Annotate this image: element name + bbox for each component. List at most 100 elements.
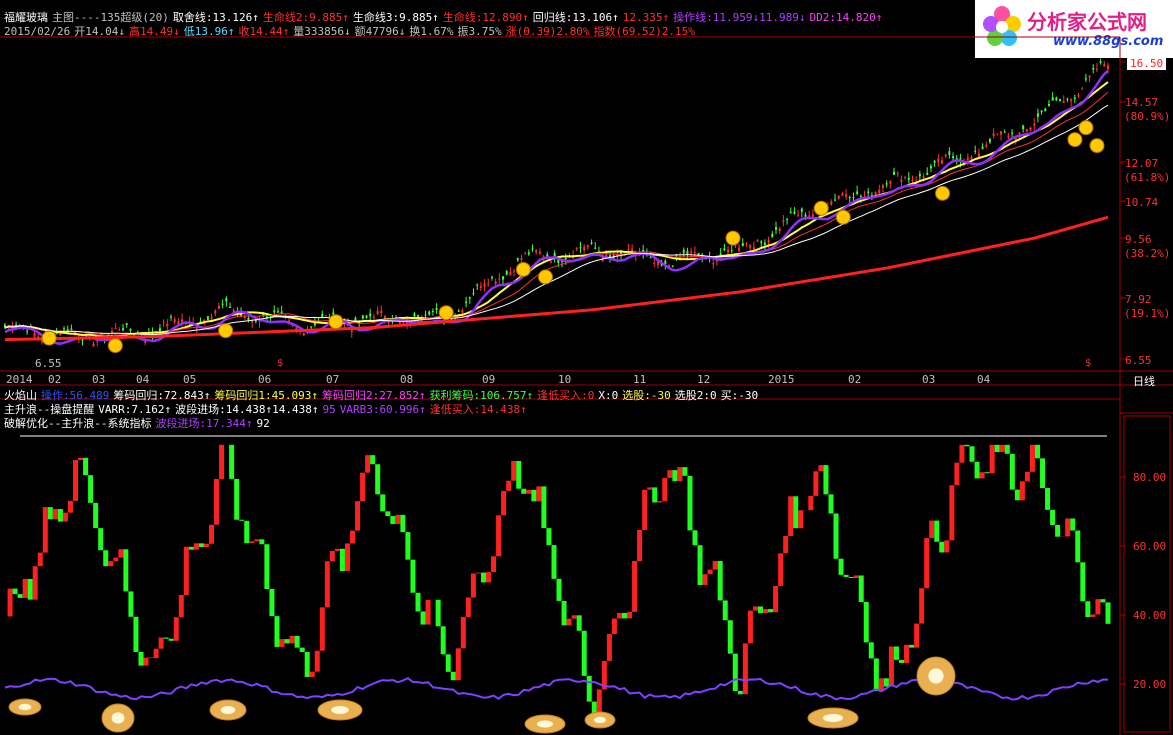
candle-body xyxy=(1092,67,1095,70)
candle-body xyxy=(745,243,748,245)
candle-body xyxy=(926,172,929,175)
candle-body xyxy=(502,276,505,280)
candle-body xyxy=(55,333,58,335)
candle-body xyxy=(1025,129,1028,132)
price-label: 7.92 xyxy=(1125,293,1152,306)
smiley-icon xyxy=(41,330,57,346)
candle-body xyxy=(81,339,84,341)
candle-body xyxy=(690,251,693,254)
candle-body xyxy=(893,171,896,175)
candle-body xyxy=(974,150,977,152)
candle-body xyxy=(804,214,807,217)
indicator-item-4: VARB3:60.996↑ xyxy=(339,403,426,416)
candle-body xyxy=(852,197,855,199)
candle-body xyxy=(712,263,715,265)
candle-body xyxy=(874,192,877,196)
candle-body xyxy=(741,243,744,247)
price-label: 9.56 xyxy=(1125,233,1152,246)
candle-body xyxy=(457,310,460,312)
candle-body xyxy=(505,271,508,275)
candle-body xyxy=(756,240,759,242)
candle-body xyxy=(1062,100,1065,103)
candle-body xyxy=(380,310,383,314)
candle-body xyxy=(996,133,999,135)
candle-body xyxy=(1000,131,1003,135)
red-ma-line xyxy=(4,91,1109,337)
candle-body xyxy=(310,326,313,328)
candle-body xyxy=(129,328,132,331)
candle-body xyxy=(760,241,763,243)
candle-body xyxy=(535,250,538,253)
indicator-item-8: 选股:-30 xyxy=(622,389,671,402)
candle-body xyxy=(273,310,276,313)
candle-body xyxy=(605,253,608,256)
candle-body xyxy=(483,283,486,287)
candle-body xyxy=(1051,97,1054,101)
indicator-item-7: X:0 xyxy=(598,389,619,402)
candle-body xyxy=(830,201,833,205)
candle-body xyxy=(933,160,936,163)
month-label: 12 xyxy=(697,373,711,386)
candle-body xyxy=(524,253,527,255)
candle-body xyxy=(468,297,471,299)
smiley-icon xyxy=(328,314,344,330)
osc-label: 60.00 xyxy=(1133,540,1167,553)
candle-body xyxy=(988,139,991,143)
candle-body xyxy=(889,181,892,184)
candle-body xyxy=(966,157,969,161)
candle-body xyxy=(738,247,741,251)
candle-body xyxy=(509,271,512,276)
smiley-icon xyxy=(218,323,234,339)
candle-body xyxy=(321,313,324,317)
osc-label: 80.00 xyxy=(1133,471,1167,484)
month-label: 02 xyxy=(848,373,862,386)
candle-body xyxy=(1070,99,1073,102)
candle-body xyxy=(767,239,770,243)
candle-body xyxy=(944,154,947,157)
sell-marker: $ xyxy=(277,358,283,369)
white-ma-line xyxy=(4,104,1109,336)
candle-body xyxy=(1077,94,1080,97)
month-label: 05 xyxy=(183,373,197,386)
candle-body xyxy=(594,247,597,249)
candle-body xyxy=(907,177,910,180)
candle-body xyxy=(413,313,416,317)
month-label: 11 xyxy=(633,373,647,386)
candle-body xyxy=(158,328,161,332)
candle-body xyxy=(774,227,777,230)
candle-body xyxy=(1040,110,1043,112)
candle-body xyxy=(490,277,493,279)
candle-body xyxy=(479,286,482,288)
candle-body xyxy=(730,250,733,252)
candle-body xyxy=(1073,97,1076,100)
candle-body xyxy=(361,315,364,319)
candle-body xyxy=(549,261,552,263)
candle-body xyxy=(516,258,519,261)
candle-body xyxy=(376,310,379,314)
candle-body xyxy=(911,180,914,182)
candle-body xyxy=(465,301,468,304)
candle-body xyxy=(653,262,656,264)
smiley-icon xyxy=(1067,132,1083,148)
candle-body xyxy=(608,255,611,257)
candle-body xyxy=(786,219,789,221)
smiley-icon xyxy=(935,185,951,201)
candle-body xyxy=(206,316,209,320)
candle-body xyxy=(1081,88,1084,90)
candle-body xyxy=(977,153,980,157)
candle-body xyxy=(122,328,125,331)
candle-body xyxy=(992,133,995,136)
indicator-item-5: 逢低买入:14.438↑ xyxy=(429,403,527,416)
entry-marker-center xyxy=(537,720,553,728)
candle-body xyxy=(723,248,726,251)
month-label: 10 xyxy=(558,373,572,386)
smiley-icon xyxy=(725,230,741,246)
candle-body xyxy=(940,160,943,164)
candle-body xyxy=(985,144,988,147)
month-label: 09 xyxy=(482,373,496,386)
candle-body xyxy=(251,320,254,323)
candle-body xyxy=(896,173,899,175)
candle-body xyxy=(837,195,840,199)
period-label[interactable]: 日线 xyxy=(1133,373,1155,389)
month-label: 08 xyxy=(400,373,414,386)
